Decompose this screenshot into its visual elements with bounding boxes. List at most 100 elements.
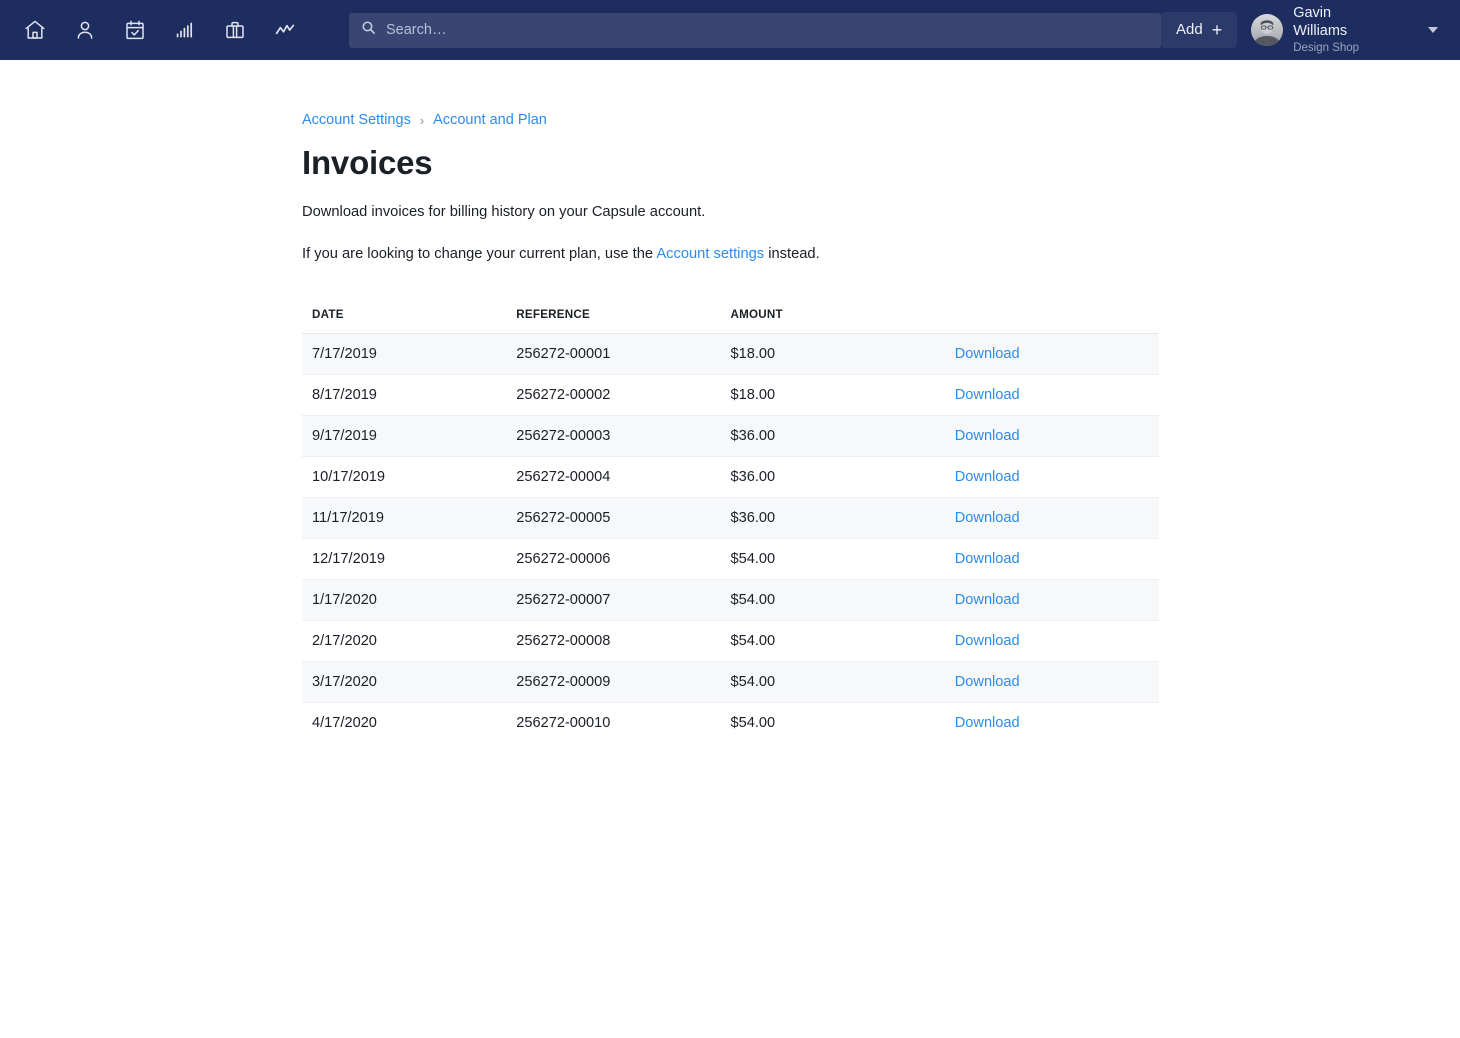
bar-chart-icon[interactable] (168, 13, 202, 47)
account-dropdown-toggle[interactable] (1420, 13, 1446, 47)
cell-date: 12/17/2019 (302, 538, 517, 580)
download-link[interactable]: Download (955, 592, 1020, 608)
cell-amount: $54.00 (731, 702, 945, 743)
breadcrumb-item-account-settings[interactable]: Account Settings (302, 112, 411, 128)
cell-reference-value: 256272-00007 (516, 591, 611, 608)
home-icon[interactable] (18, 13, 52, 47)
cell-date-value: 3/17/2020 (312, 673, 377, 690)
search-input[interactable] (386, 22, 1149, 38)
download-link[interactable]: Download (955, 387, 1020, 403)
table-row: 10/17/2019 256272-00004 $36.00 Download (302, 456, 1159, 498)
user-org: Design Shop (1293, 41, 1360, 54)
cell-amount: $54.00 (730, 620, 945, 662)
cell-reference: 256272-00009 (516, 661, 731, 703)
avatar (1251, 13, 1284, 46)
cell-amount-value: $36.00 (730, 509, 776, 526)
search-icon (361, 20, 376, 40)
page-title: Invoices (302, 144, 433, 181)
table-row: 4/17/2020 256272-00010 $54.00 Download (302, 702, 1159, 743)
cell-action: Download (944, 333, 1159, 375)
cell-reference-value: 256272-00004 (516, 468, 611, 485)
calendar-check-icon[interactable] (118, 13, 152, 47)
cell-date: 3/17/2020 (302, 661, 517, 703)
cell-action: Download (944, 538, 1159, 580)
cell-amount-value: $54.00 (730, 714, 776, 731)
cell-amount: $54.00 (730, 661, 945, 703)
line-chart-icon[interactable] (268, 13, 302, 47)
cell-date-value: 2/17/2020 (312, 632, 377, 649)
plan-change-note-suffix: instead. (764, 246, 820, 263)
breadcrumb: Account Settings › Account and Plan (302, 112, 1460, 128)
cell-reference: 256272-00005 (516, 497, 731, 539)
cell-action: Download (944, 415, 1159, 457)
cell-amount-value: $54.00 (730, 673, 776, 690)
cell-date-value: 8/17/2019 (312, 386, 377, 403)
cell-date: 4/17/2020 (302, 702, 516, 743)
cell-reference: 256272-00003 (516, 415, 731, 457)
download-link[interactable]: Download (955, 510, 1020, 526)
download-link[interactable]: Download (955, 346, 1020, 362)
download-link[interactable]: Download (955, 674, 1020, 690)
plan-change-note-prefix: If you are looking to change your curren… (302, 246, 657, 263)
cell-amount-value: $18.00 (730, 386, 776, 403)
cell-action: Download (944, 579, 1159, 621)
briefcase-icon[interactable] (218, 13, 252, 47)
cell-reference: 256272-00002 (516, 374, 731, 416)
user-menu[interactable]: Gavin Williams Design Shop (1251, 5, 1390, 54)
user-info: Gavin Williams Design Shop (1293, 5, 1388, 54)
download-link[interactable]: Download (955, 633, 1020, 649)
column-header-date: DATE (302, 307, 517, 334)
column-header-amount: AMOUNT (730, 307, 945, 334)
page-content: Account Settings › Account and Plan Invo… (0, 112, 1460, 743)
cell-date-value: 1/17/2020 (312, 591, 377, 608)
cell-reference: 256272-00001 (516, 333, 731, 375)
cell-reference-value: 256272-00010 (516, 714, 611, 731)
table-header-row: DATE REFERENCE AMOUNT (302, 307, 1159, 334)
cell-amount-value: $36.00 (730, 427, 776, 444)
cell-date: 8/17/2019 (302, 374, 517, 416)
cell-reference-value: 256272-00009 (516, 673, 611, 690)
cell-date: 2/17/2020 (302, 620, 517, 662)
cell-amount: $18.00 (730, 333, 945, 375)
plus-icon: + (1211, 19, 1223, 40)
table-row: 2/17/2020 256272-00008 $54.00 Download (302, 620, 1159, 662)
cell-reference: 256272-00006 (516, 538, 731, 580)
download-link[interactable]: Download (955, 551, 1020, 567)
plan-change-note: If you are looking to change your curren… (302, 244, 1460, 265)
cell-action: Download (944, 497, 1159, 539)
cell-action: Download (944, 374, 1159, 416)
breadcrumb-item-account-and-plan[interactable]: Account and Plan (433, 112, 547, 128)
cell-action: Download (944, 661, 1159, 703)
download-link[interactable]: Download (955, 428, 1020, 444)
cell-reference: 256272-00007 (516, 579, 731, 621)
cell-reference: 256272-00008 (516, 620, 731, 662)
cell-date: 7/17/2019 (302, 333, 517, 375)
table-row: 3/17/2020 256272-00009 $54.00 Download (302, 661, 1159, 703)
page-description: Download invoices for billing history on… (302, 204, 706, 220)
cell-action: Download (945, 702, 1159, 743)
cell-amount: $36.00 (730, 497, 945, 539)
cell-amount-value: $54.00 (730, 550, 776, 567)
invoices-table: DATE REFERENCE AMOUNT 7/17/2019 256272-00… (302, 307, 1159, 743)
cell-amount-value: $36.00 (730, 468, 776, 485)
cell-date-value: 9/17/2019 (312, 427, 377, 444)
search-box[interactable] (349, 12, 1161, 48)
download-link[interactable]: Download (955, 715, 1020, 731)
top-navigation-bar: Add + (0, 0, 1460, 60)
table-row: 11/17/2019 256272-00005 $36.00 Download (302, 497, 1159, 539)
account-settings-link[interactable]: Account settings (656, 246, 764, 262)
cell-action: Download (944, 620, 1159, 662)
add-button[interactable]: Add + (1161, 11, 1238, 48)
cell-date: 10/17/2019 (302, 456, 517, 498)
cell-amount-value: $54.00 (730, 591, 776, 608)
cell-amount: $54.00 (730, 538, 945, 580)
download-link[interactable]: Download (955, 469, 1020, 485)
cell-date-value: 11/17/2019 (312, 509, 384, 526)
cell-date: 9/17/2019 (302, 415, 517, 457)
table-row: 1/17/2020 256272-00007 $54.00 Download (302, 579, 1159, 621)
invoices-table-head: DATE REFERENCE AMOUNT (302, 307, 1159, 334)
person-icon[interactable] (68, 13, 102, 47)
cell-amount: $36.00 (730, 456, 945, 498)
cell-reference-value: 256272-00008 (516, 632, 611, 649)
breadcrumb-separator-icon: › (419, 112, 425, 128)
